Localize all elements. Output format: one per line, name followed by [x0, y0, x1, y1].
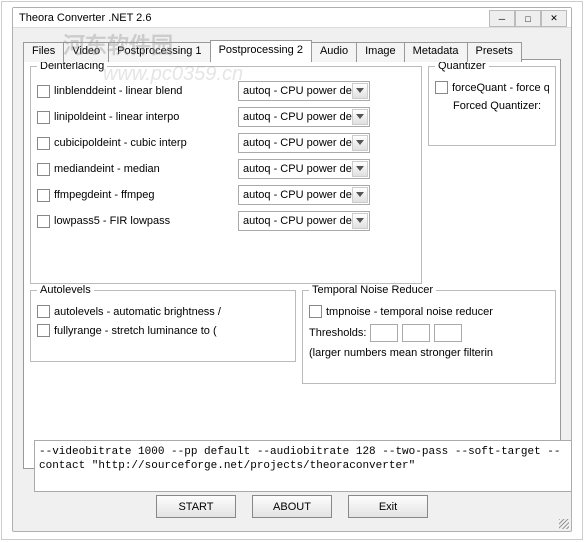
threshold3-input[interactable] — [434, 324, 462, 342]
forced-quantizer-label: Forced Quantizer: — [453, 100, 549, 112]
resize-grip[interactable] — [557, 517, 571, 531]
fullyrange-label: fullyrange - stretch luminance to ( — [54, 325, 284, 337]
chevron-down-icon — [352, 213, 368, 229]
linipoldeint-checkbox[interactable] — [37, 111, 50, 124]
cubicipoldeint-label: cubicipoldeint - cubic interp — [54, 137, 234, 149]
autolevels-checkbox[interactable] — [37, 305, 50, 318]
fullyrange-checkbox[interactable] — [37, 324, 50, 337]
forcequant-checkbox[interactable] — [435, 81, 448, 94]
linblenddeint-combo[interactable]: autoq - CPU power de — [238, 81, 370, 101]
start-button[interactable]: START — [156, 495, 236, 518]
tmpnoise-checkbox[interactable] — [309, 305, 322, 318]
linblenddeint-checkbox[interactable] — [37, 85, 50, 98]
tab-postprocessing1[interactable]: Postprocessing 1 — [108, 42, 210, 62]
ffmpegdeint-label: ffmpegdeint - ffmpeg — [54, 189, 234, 201]
tab-postprocessing2[interactable]: Postprocessing 2 — [210, 40, 312, 60]
threshold1-input[interactable] — [370, 324, 398, 342]
cubicipoldeint-checkbox[interactable] — [37, 137, 50, 150]
autolevels-group-title: Autolevels — [37, 284, 94, 296]
chevron-down-icon — [352, 161, 368, 177]
mediandeint-combo[interactable]: autoq - CPU power de — [238, 159, 370, 179]
lowpass5-label: lowpass5 - FIR lowpass — [54, 215, 234, 227]
command-line-output[interactable]: --videobitrate 1000 --pp default --audio… — [34, 440, 572, 492]
linipoldeint-combo[interactable]: autoq - CPU power de — [238, 107, 370, 127]
exit-button[interactable]: Exit — [348, 495, 428, 518]
tmpnoise-label: tmpnoise - temporal noise reducer — [326, 306, 493, 318]
tab-image[interactable]: Image — [356, 42, 405, 62]
forcequant-label: forceQuant - force quan — [452, 82, 549, 94]
tnr-note: (larger numbers mean stronger filterin — [309, 347, 549, 359]
about-button[interactable]: ABOUT — [252, 495, 332, 518]
close-button[interactable]: ✕ — [541, 10, 567, 27]
tab-presets[interactable]: Presets — [467, 42, 522, 62]
tab-metadata[interactable]: Metadata — [404, 42, 468, 62]
ffmpegdeint-combo[interactable]: autoq - CPU power de — [238, 185, 370, 205]
mediandeint-checkbox[interactable] — [37, 163, 50, 176]
ffmpegdeint-checkbox[interactable] — [37, 189, 50, 202]
chevron-down-icon — [352, 187, 368, 203]
linipoldeint-label: linipoldeint - linear interpo — [54, 111, 234, 123]
lowpass5-checkbox[interactable] — [37, 215, 50, 228]
tnr-group-title: Temporal Noise Reducer — [309, 284, 436, 296]
mediandeint-label: mediandeint - median — [54, 163, 234, 175]
cubicipoldeint-combo[interactable]: autoq - CPU power de — [238, 133, 370, 153]
tab-audio[interactable]: Audio — [311, 42, 357, 62]
minimize-button[interactable]: ─ — [489, 10, 515, 27]
tab-files[interactable]: Files — [23, 42, 64, 62]
maximize-button[interactable]: □ — [515, 10, 541, 27]
chevron-down-icon — [352, 135, 368, 151]
chevron-down-icon — [352, 109, 368, 125]
thresholds-label: Thresholds: — [309, 327, 366, 339]
autolevels-label: autolevels - automatic brightness / — [54, 306, 284, 318]
chevron-down-icon — [352, 83, 368, 99]
linblenddeint-label: linblenddeint - linear blend — [54, 85, 234, 97]
window-title: Theora Converter .NET 2.6 — [19, 12, 151, 24]
threshold2-input[interactable] — [402, 324, 430, 342]
tab-video[interactable]: Video — [63, 42, 109, 62]
lowpass5-combo[interactable]: autoq - CPU power de — [238, 211, 370, 231]
